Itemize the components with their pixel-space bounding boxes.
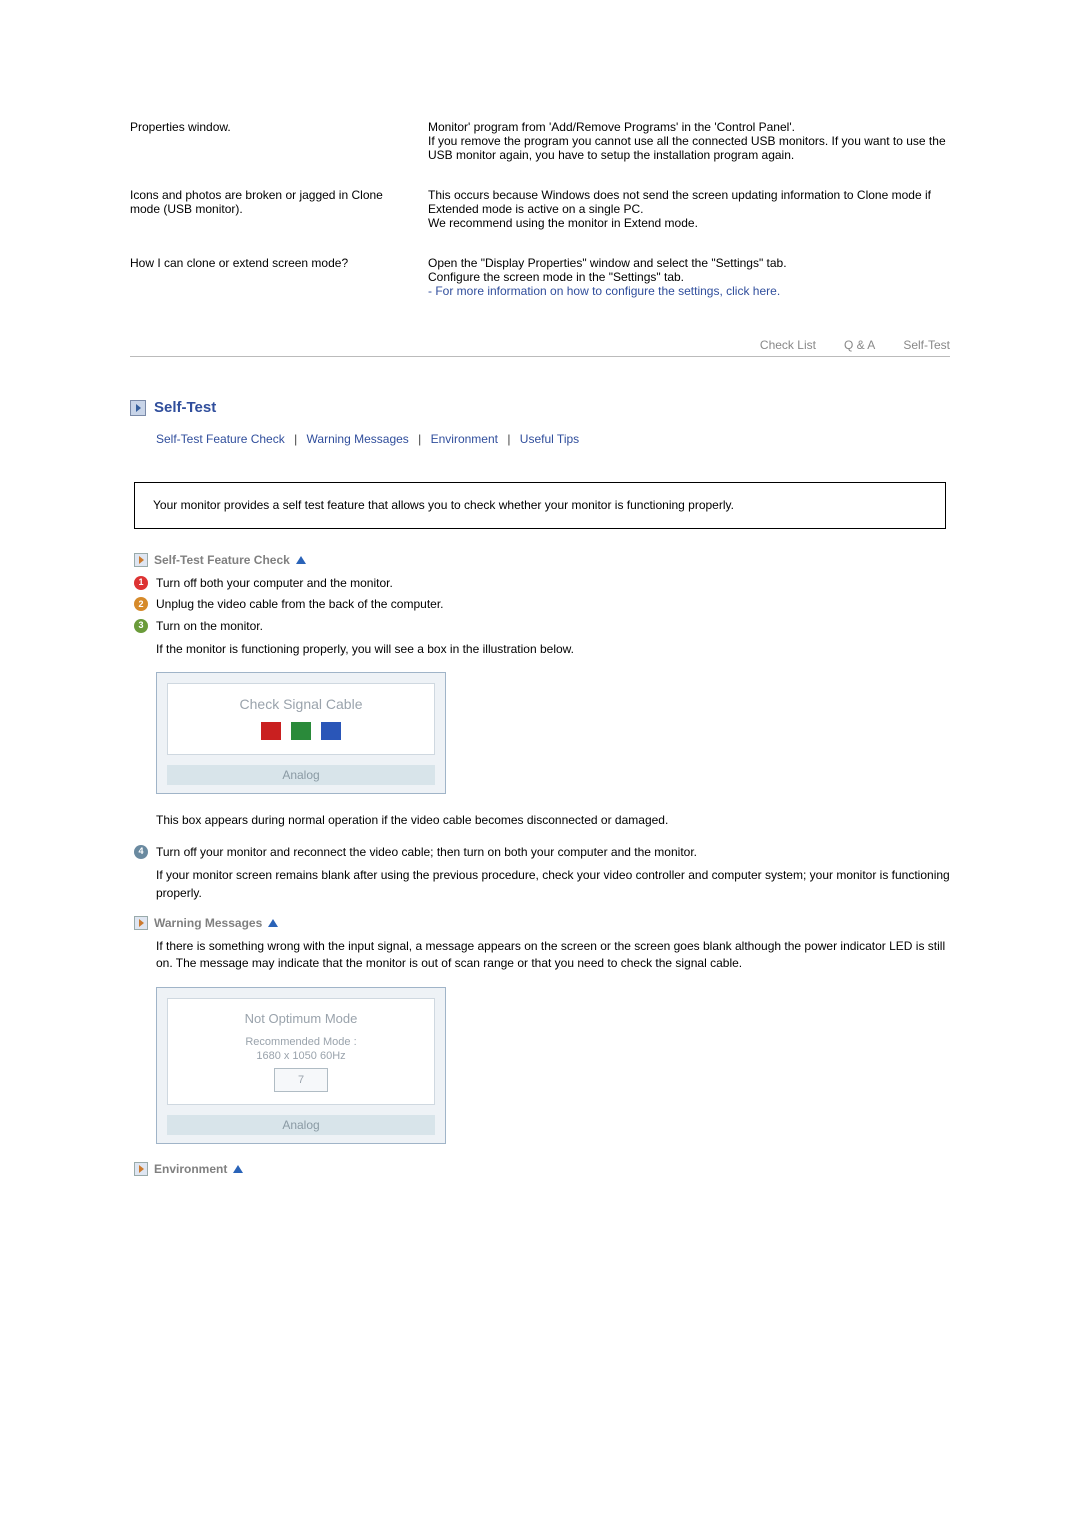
tab-check-list[interactable]: Check List	[760, 338, 816, 352]
faq-row: How I can clone or extend screen mode? O…	[130, 256, 950, 298]
step-text: Turn on the monitor.	[156, 618, 950, 635]
step-text: Turn off both your computer and the moni…	[156, 575, 950, 592]
green-square-icon	[291, 722, 311, 740]
subheader-warning: Warning Messages	[134, 916, 950, 930]
subheader-self-test: Self-Test Feature Check	[134, 553, 950, 567]
step-text: Turn off your monitor and reconnect the …	[156, 844, 950, 861]
play-icon	[134, 916, 148, 930]
section-header: Self-Test	[130, 399, 950, 416]
faq-row: Icons and photos are broken or jagged in…	[130, 188, 950, 230]
tab-self-test[interactable]: Self-Test	[903, 338, 950, 352]
signal-subtitle: Recommended Mode :	[176, 1036, 426, 1048]
faq-answer: This occurs because Windows does not sen…	[428, 188, 950, 230]
anchor-warning[interactable]: Warning Messages	[307, 432, 409, 446]
subheader-title: Environment	[154, 1162, 227, 1176]
anchor-environment[interactable]: Environment	[431, 432, 498, 446]
step-followup: If the monitor is functioning properly, …	[156, 641, 950, 658]
step-row: 4 Turn off your monitor and reconnect th…	[134, 844, 950, 861]
step-row: 3 Turn on the monitor.	[134, 618, 950, 635]
tab-q-and-a[interactable]: Q & A	[844, 338, 875, 352]
anchor-links: Self-Test Feature Check | Warning Messag…	[156, 432, 950, 446]
document-page: Properties window. Monitor' program from…	[0, 0, 1080, 1304]
step-row: 2 Unplug the video cable from the back o…	[134, 596, 950, 613]
step-number-3-icon: 3	[134, 619, 148, 633]
paragraph: This box appears during normal operation…	[156, 812, 950, 829]
rgb-squares	[176, 722, 426, 740]
subheader-title: Self-Test Feature Check	[154, 553, 290, 567]
signal-title: Check Signal Cable	[176, 696, 426, 712]
paragraph: If there is something wrong with the inp…	[156, 938, 950, 973]
step-number-4-icon: 4	[134, 845, 148, 859]
faq-answer: Monitor' program from 'Add/Remove Progra…	[428, 120, 950, 162]
faq-question: Properties window.	[130, 120, 428, 134]
step-row: 1 Turn off both your computer and the mo…	[134, 575, 950, 592]
faq-answer-text: Open the "Display Properties" window and…	[428, 256, 787, 284]
anchor-self-test[interactable]: Self-Test Feature Check	[156, 432, 285, 446]
check-signal-graphic: Check Signal Cable Analog	[156, 672, 446, 794]
signal-countdown: 7	[274, 1068, 328, 1092]
subheader-title: Warning Messages	[154, 916, 262, 930]
up-arrow-icon[interactable]	[296, 556, 306, 564]
red-square-icon	[261, 722, 281, 740]
anchor-useful-tips[interactable]: Useful Tips	[520, 432, 579, 446]
faq-answer-link[interactable]: - For more information on how to configu…	[428, 284, 780, 298]
info-box: Your monitor provides a self test featur…	[134, 482, 946, 529]
section-title: Self-Test	[154, 399, 216, 416]
faq-row: Properties window. Monitor' program from…	[130, 120, 950, 162]
section-tab-bar: Check List Q & A Self-Test	[130, 338, 950, 357]
faq-answer: Open the "Display Properties" window and…	[428, 256, 950, 298]
up-arrow-icon[interactable]	[268, 919, 278, 927]
faq-question: Icons and photos are broken or jagged in…	[130, 188, 428, 216]
signal-title: Not Optimum Mode	[176, 1011, 426, 1026]
not-optimum-graphic: Not Optimum Mode Recommended Mode : 1680…	[156, 987, 446, 1144]
separator: |	[294, 432, 297, 446]
play-icon	[134, 553, 148, 567]
play-icon	[130, 400, 146, 416]
separator: |	[507, 432, 510, 446]
step-followup: If your monitor screen remains blank aft…	[156, 867, 950, 902]
signal-mode-strip: Analog	[167, 1115, 435, 1135]
step-text: Unplug the video cable from the back of …	[156, 596, 950, 613]
up-arrow-icon[interactable]	[233, 1165, 243, 1173]
signal-resolution: 1680 x 1050 60Hz	[176, 1050, 426, 1062]
step-number-1-icon: 1	[134, 576, 148, 590]
separator: |	[418, 432, 421, 446]
signal-mode-strip: Analog	[167, 765, 435, 785]
blue-square-icon	[321, 722, 341, 740]
play-icon	[134, 1162, 148, 1176]
subheader-environment: Environment	[134, 1162, 950, 1176]
faq-question: How I can clone or extend screen mode?	[130, 256, 428, 270]
step-number-2-icon: 2	[134, 597, 148, 611]
